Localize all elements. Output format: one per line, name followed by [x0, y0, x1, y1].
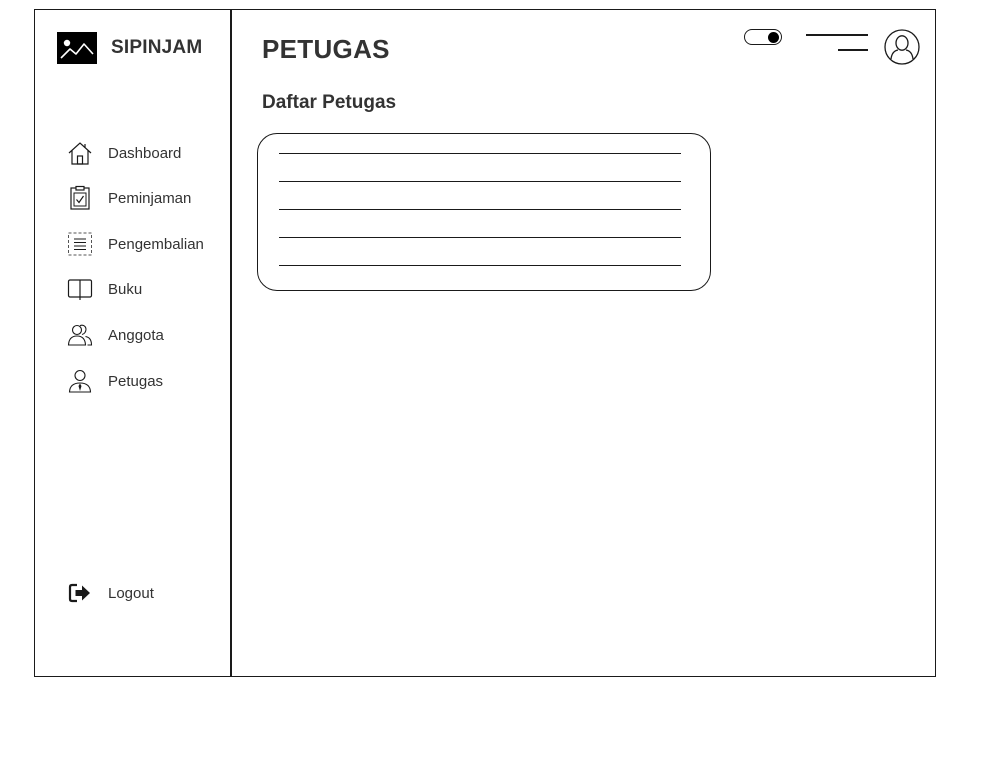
sidebar-item-label: Peminjaman — [108, 189, 192, 207]
sidebar-item-label: Pengembalian — [108, 235, 204, 253]
users-icon — [67, 322, 93, 348]
sidebar-item-pengembalian[interactable]: Pengembalian — [67, 231, 204, 257]
list-item[interactable] — [279, 237, 681, 238]
user-avatar-icon[interactable] — [884, 29, 920, 65]
petugas-list-card — [257, 133, 711, 291]
sidebar-item-peminjaman[interactable]: Peminjaman — [67, 185, 191, 211]
sidebar-item-label: Petugas — [108, 372, 164, 390]
sidebar-item-petugas[interactable]: Petugas — [67, 368, 163, 394]
list-item[interactable] — [279, 265, 681, 266]
menu-button[interactable] — [806, 32, 868, 54]
sidebar-item-buku[interactable]: Buku — [67, 276, 142, 302]
app-window: SIPINJAM Dashboard Peminjaman Pengembali… — [34, 9, 936, 677]
logo-image-icon — [57, 32, 97, 64]
list-item[interactable] — [279, 153, 681, 154]
app-name: SIPINJAM — [111, 37, 203, 58]
page-title: PETUGAS — [262, 34, 390, 64]
book-icon — [67, 276, 93, 302]
sidebar-item-label: Anggota — [108, 326, 164, 344]
logout-button[interactable]: Logout — [67, 580, 154, 606]
document-list-icon — [67, 231, 93, 257]
theme-toggle[interactable] — [744, 29, 782, 45]
main-content: PETUGAS Daftar Petugas — [234, 10, 935, 676]
clipboard-check-icon — [67, 185, 93, 211]
list-item[interactable] — [279, 181, 681, 182]
toggle-knob — [768, 32, 779, 43]
officer-icon — [67, 368, 93, 394]
menu-icon-line-top — [806, 34, 868, 36]
sidebar-item-anggota[interactable]: Anggota — [67, 322, 164, 348]
menu-icon-line-bottom — [838, 49, 868, 51]
sidebar-item-dashboard[interactable]: Dashboard — [67, 140, 181, 166]
logout-icon — [67, 580, 93, 606]
sidebar: SIPINJAM Dashboard Peminjaman Pengembali… — [35, 10, 232, 676]
sidebar-item-label: Dashboard — [108, 144, 182, 162]
logout-label: Logout — [108, 584, 154, 602]
list-item[interactable] — [279, 209, 681, 210]
sidebar-item-label: Buku — [108, 280, 143, 298]
home-icon — [67, 140, 93, 166]
brand[interactable]: SIPINJAM — [57, 32, 202, 64]
section-title: Daftar Petugas — [262, 92, 397, 113]
